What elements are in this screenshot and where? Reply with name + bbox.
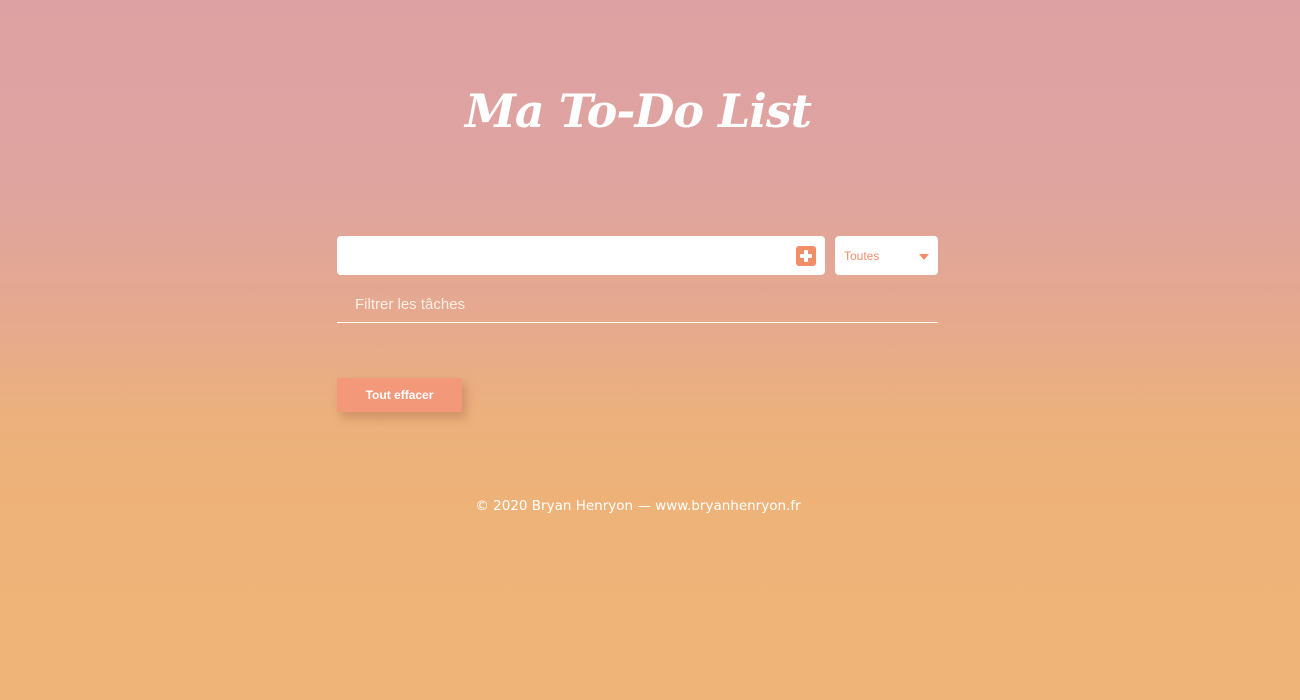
filter-tasks-input[interactable] xyxy=(355,286,915,322)
clear-all-button[interactable]: Tout effacer xyxy=(337,378,462,412)
status-filter-selected: Toutes xyxy=(844,249,880,263)
chevron-down-icon xyxy=(919,254,929,260)
plus-square-icon[interactable] xyxy=(796,246,816,266)
page-title: Ma To-Do List xyxy=(464,84,812,138)
footer-credits: © 2020 Bryan Henryon — www.bryanhenryon.… xyxy=(475,498,801,514)
add-task-input[interactable] xyxy=(345,236,785,275)
add-task-box xyxy=(337,236,825,275)
status-filter-select[interactable]: Toutes xyxy=(835,236,938,275)
filter-tasks-field xyxy=(337,286,938,323)
